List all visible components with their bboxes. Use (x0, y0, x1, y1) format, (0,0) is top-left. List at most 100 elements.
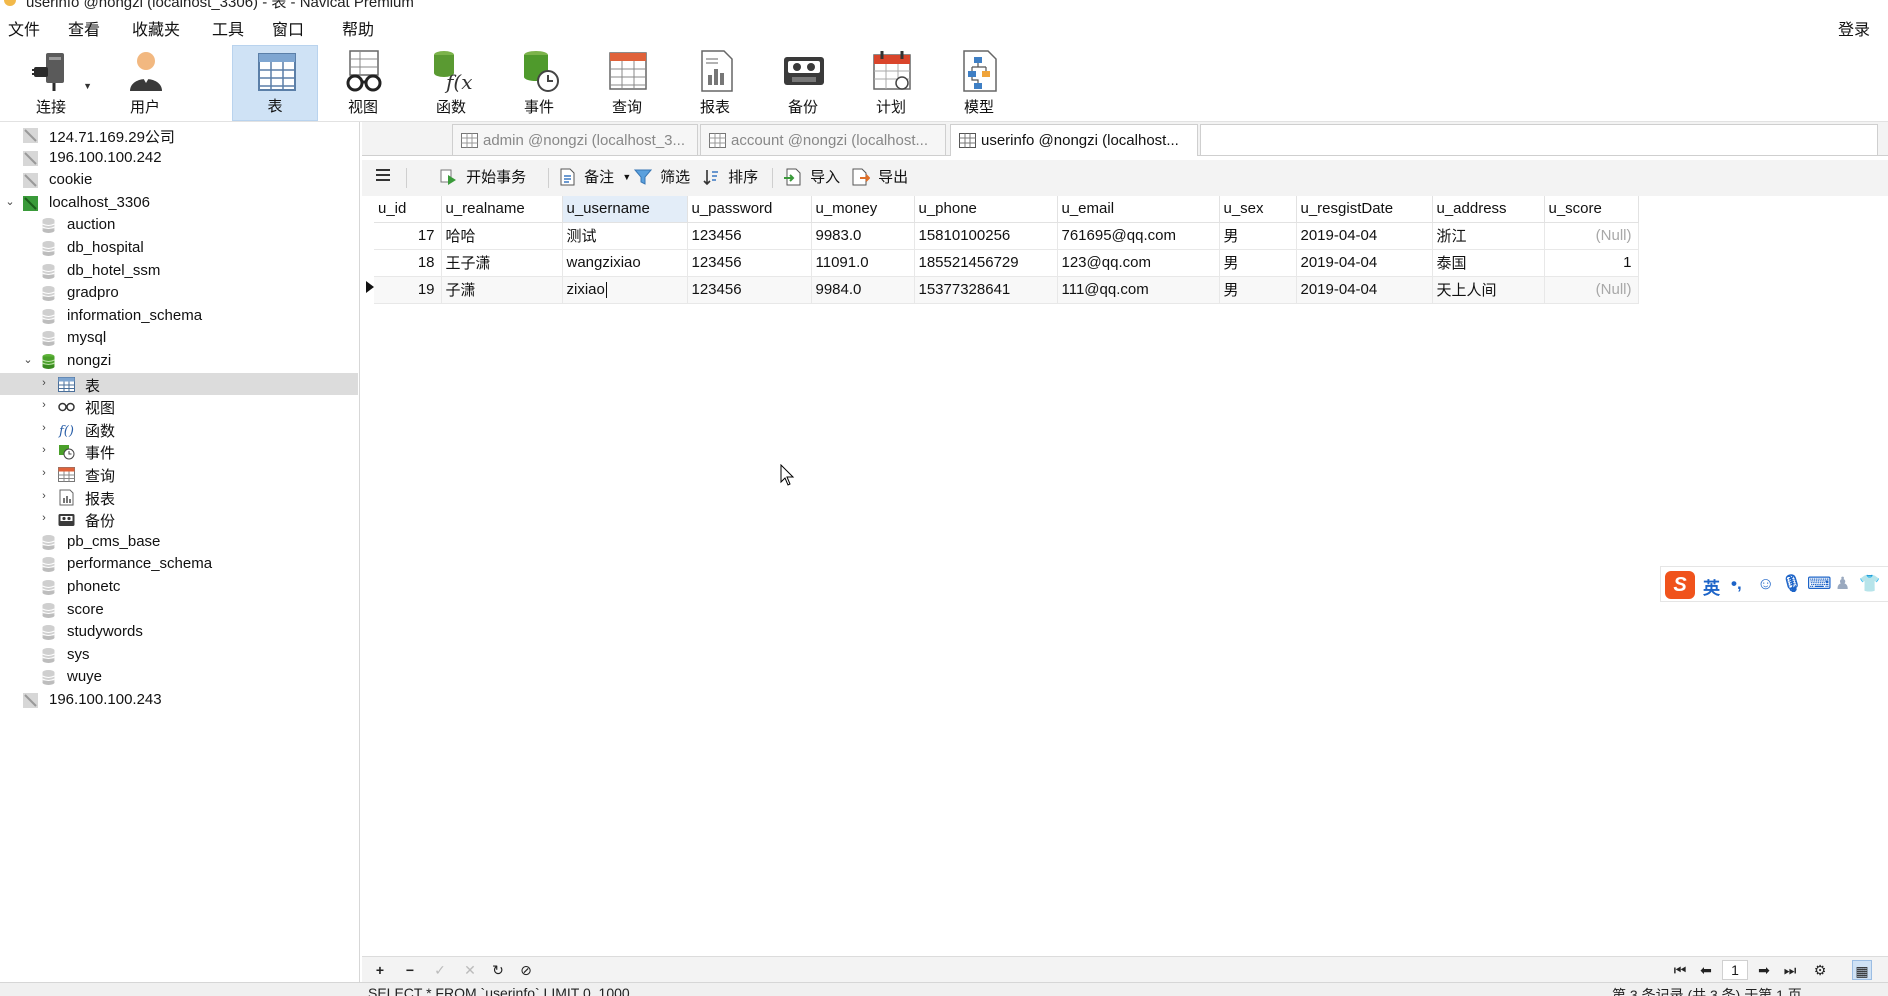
column-header-u_address[interactable]: u_address (1432, 196, 1545, 223)
table-cell[interactable]: (Null) (1544, 222, 1639, 250)
table-cell[interactable]: 123456 (687, 276, 812, 304)
tree-item[interactable]: gradpro (0, 282, 358, 304)
tree-item[interactable]: › 视图 (0, 395, 358, 417)
column-header-u_realname[interactable]: u_realname (441, 196, 563, 223)
table-cell[interactable]: 浙江 (1432, 222, 1545, 250)
add-record-button[interactable]: + (370, 960, 390, 980)
column-header-u_id[interactable]: u_id (374, 196, 442, 223)
table-cell[interactable]: 185521456729 (914, 249, 1058, 277)
menu-help[interactable]: 帮助 (342, 16, 374, 40)
tree-item[interactable]: ⌄ localhost_3306 (0, 192, 358, 214)
menu-favorites[interactable]: 收藏夹 (132, 16, 180, 40)
gear-icon[interactable]: ⚙ (1810, 960, 1830, 980)
table-cell[interactable]: 123@qq.com (1057, 249, 1220, 277)
column-header-u_money[interactable]: u_money (811, 196, 915, 223)
table-cell[interactable]: 11091.0 (811, 249, 915, 277)
chevron-down-icon[interactable]: ▼ (622, 172, 631, 182)
table-cell[interactable]: 17 (374, 222, 442, 250)
column-header-u_username[interactable]: u_username (562, 196, 688, 223)
table-cell[interactable]: 19 (374, 276, 442, 304)
table-cell[interactable]: 123456 (687, 249, 812, 277)
discard-changes-button[interactable]: ✕ (460, 960, 480, 980)
table-row[interactable]: 19 子潇 zixiao 123456 9984.0 15377328641 111@qq.… (374, 276, 1639, 304)
table-cell[interactable]: 123456 (687, 222, 812, 250)
table-button[interactable]: 表 (232, 45, 318, 121)
tree-item[interactable]: 196.100.100.242 (0, 147, 358, 169)
chevron-right-icon[interactable]: › (38, 489, 50, 503)
table-cell[interactable]: 子潇 (441, 276, 563, 304)
tree-item[interactable]: 196.100.100.243 (0, 689, 358, 711)
tree-item[interactable]: db_hospital (0, 237, 358, 259)
table-cell[interactable]: 111@qq.com (1057, 276, 1220, 304)
connect-button[interactable]: ▼ 连接 (8, 45, 94, 121)
tree-item[interactable]: › 查询 (0, 463, 358, 485)
function-button[interactable]: f(x) 函数 (408, 45, 494, 121)
export-button[interactable]: 导出 (852, 166, 908, 190)
user-small-icon[interactable]: ♟ (1835, 574, 1850, 594)
sort-button[interactable]: 排序 (702, 166, 758, 190)
sogou-logo-icon[interactable]: S (1665, 571, 1695, 599)
table-cell[interactable]: 18 (374, 249, 442, 277)
first-page-button[interactable]: ⏮ (1670, 960, 1690, 980)
column-header-u_score[interactable]: u_score (1544, 196, 1639, 223)
tab-account[interactable]: account @nongzi (localhost... (700, 124, 946, 155)
skin-shirt-icon[interactable]: 👕 (1859, 574, 1880, 594)
tree-item[interactable]: auction (0, 214, 358, 236)
table-cell[interactable]: 761695@qq.com (1057, 222, 1220, 250)
table-cell[interactable]: 天上人间 (1432, 276, 1545, 304)
chevron-down-icon[interactable]: ⌄ (4, 195, 16, 209)
tree-item[interactable]: cookie (0, 169, 358, 191)
last-page-button[interactable]: ⏭ (1780, 960, 1800, 980)
table-cell[interactable]: 男 (1219, 249, 1297, 277)
table-cell[interactable]: 男 (1219, 222, 1297, 250)
tree-item[interactable]: pb_cms_base (0, 531, 358, 553)
table-cell[interactable]: 男 (1219, 276, 1297, 304)
table-cell[interactable]: 9983.0 (811, 222, 915, 250)
stop-button[interactable]: ⊘ (516, 960, 536, 980)
table-cell[interactable]: 9984.0 (811, 276, 915, 304)
event-button[interactable]: 事件 (496, 45, 582, 121)
chevron-right-icon[interactable]: › (38, 398, 50, 412)
login-link[interactable]: 登录 (1838, 16, 1870, 40)
column-header-u_sex[interactable]: u_sex (1219, 196, 1297, 223)
column-header-u_email[interactable]: u_email (1057, 196, 1220, 223)
grid-view-icon[interactable]: ▦ (1852, 960, 1872, 980)
tab-userinfo[interactable]: userinfo @nongzi (localhost... (950, 124, 1198, 156)
user-button[interactable]: 用户 (102, 45, 188, 121)
tree-item[interactable]: performance_schema (0, 553, 358, 575)
chevron-down-icon[interactable]: ⌄ (22, 353, 34, 367)
next-page-button[interactable]: ➡ (1754, 960, 1774, 980)
column-header-u_password[interactable]: u_password (687, 196, 812, 223)
filter-button[interactable]: 筛选 (634, 166, 690, 190)
begin-transaction-button[interactable]: 开始事务 (440, 166, 526, 190)
table-cell[interactable]: 15810100256 (914, 222, 1058, 250)
table-cell[interactable]: 王子潇 (441, 249, 563, 277)
menu-window[interactable]: 窗口 (272, 16, 304, 40)
punctuation-icon[interactable]: •, (1731, 574, 1742, 594)
tree-item[interactable]: db_hotel_ssm (0, 260, 358, 282)
menu-file[interactable]: 文件 (8, 16, 40, 40)
report-button[interactable]: 报表 (672, 45, 758, 121)
tree-item[interactable]: information_schema (0, 305, 358, 327)
chevron-right-icon[interactable]: › (38, 466, 50, 480)
ime-language[interactable]: 英 (1703, 574, 1720, 599)
tree-item[interactable]: › 表 (0, 372, 358, 395)
table-cell[interactable]: 2019-04-04 (1296, 276, 1433, 304)
chevron-down-icon[interactable]: ▼ (83, 81, 92, 91)
table-row[interactable]: 18 王子潇 wangzixiao 123456 11091.0 185521456729… (374, 249, 1639, 277)
chevron-right-icon[interactable]: › (38, 443, 50, 457)
apply-changes-button[interactable]: ✓ (430, 960, 450, 980)
chevron-right-icon[interactable]: › (38, 421, 50, 435)
table-cell[interactable]: zixiao (562, 276, 688, 304)
menu-hamburger-button[interactable] (374, 166, 396, 190)
table-cell[interactable]: (Null) (1544, 276, 1639, 304)
table-cell[interactable]: 哈哈 (441, 222, 563, 250)
note-button[interactable]: 备注 ▼ (558, 166, 631, 190)
tree-item[interactable]: › 报表 (0, 486, 358, 508)
table-cell[interactable]: 测试 (562, 222, 688, 250)
chevron-right-icon[interactable]: › (38, 376, 50, 390)
menu-tools[interactable]: 工具 (212, 16, 244, 40)
microphone-icon[interactable]: 🎙 (1781, 574, 1803, 594)
table-row[interactable]: 17 哈哈 测试 123456 9983.0 15810100256 761695@qq.c… (374, 222, 1639, 250)
tree-item[interactable]: 124.71.169.29公司 (0, 124, 358, 146)
